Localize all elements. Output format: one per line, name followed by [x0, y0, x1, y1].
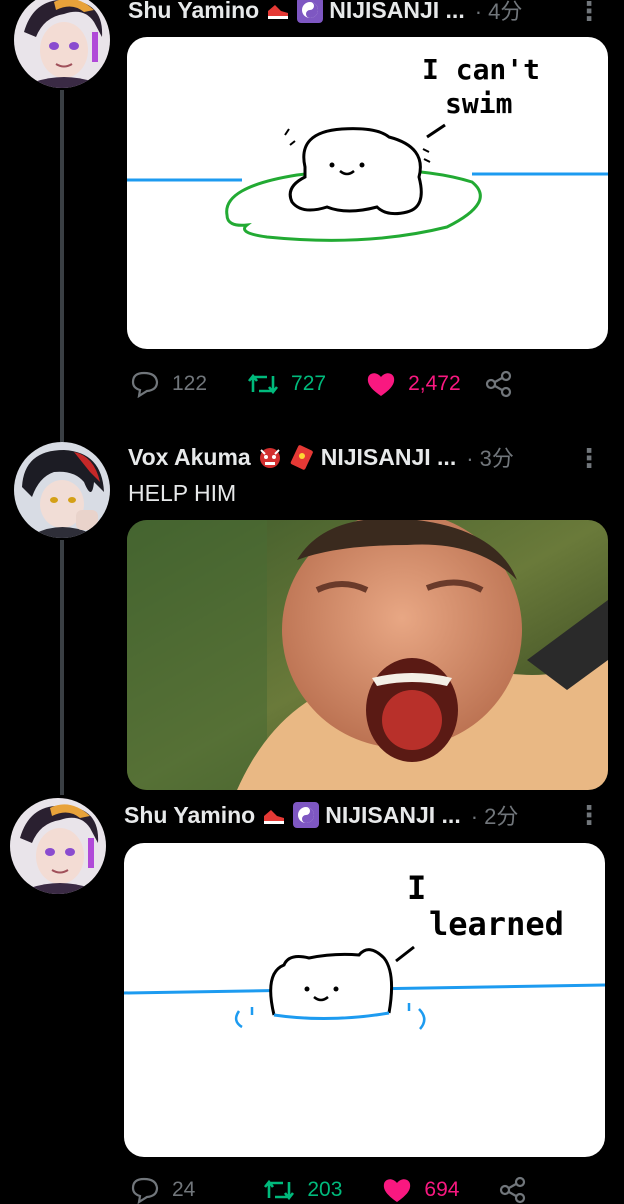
reply-button[interactable]: 122: [130, 370, 207, 398]
tweet-header: Shu Yamino NIJISANJI ... · 4分: [128, 0, 522, 30]
timestamp[interactable]: · 2分: [471, 799, 519, 831]
image-caption: I can't: [422, 53, 540, 86]
red-envelope-emoji-icon: [289, 444, 315, 470]
more-icon[interactable]: ⋮: [576, 445, 602, 471]
share-button[interactable]: [485, 370, 525, 398]
thread-line: [60, 540, 64, 795]
author-name[interactable]: Vox Akuma: [128, 444, 251, 471]
affiliation: NIJISANJI ...: [325, 801, 461, 828]
retweet-icon: [248, 373, 279, 395]
sneaker-emoji-icon: [261, 802, 287, 828]
yin-yang-emoji-icon: [297, 0, 324, 23]
avatar[interactable]: [10, 798, 106, 894]
tweet-header: Vox Akuma NIJISANJI ... · 3分: [128, 437, 514, 477]
share-icon: [485, 370, 511, 398]
image-caption: swim: [445, 87, 512, 120]
tweet-actions: 122 727 2,472: [130, 370, 565, 398]
image-caption: learned: [429, 905, 564, 943]
retweet-count: 727: [291, 372, 327, 395]
sneaker-emoji-icon: [265, 0, 291, 23]
reply-count: 24: [172, 1178, 196, 1201]
affiliation: NIJISANJI ...: [320, 443, 457, 470]
yin-yang-emoji-icon: [293, 802, 320, 828]
tweet-header: Shu Yamino NIJISANJI ... · 2分: [124, 795, 518, 835]
avatar[interactable]: [14, 442, 110, 538]
author-name[interactable]: Shu Yamino: [128, 0, 259, 24]
affiliation: NIJISANJI ...: [329, 0, 465, 23]
more-icon[interactable]: ⋮: [576, 0, 602, 24]
retweet-count: 203: [307, 1178, 343, 1201]
like-count: 2,472: [408, 372, 461, 395]
timestamp[interactable]: · 3分: [466, 441, 514, 473]
reply-count: 122: [172, 372, 208, 395]
image-caption: I: [407, 869, 426, 907]
thread-line: [60, 90, 64, 442]
tweet-image[interactable]: I learned: [124, 843, 605, 1157]
retweet-button[interactable]: 727: [247, 370, 326, 398]
like-count: 694: [424, 1178, 460, 1201]
more-icon[interactable]: ⋮: [576, 802, 602, 828]
heart-icon: [367, 373, 395, 396]
author-name[interactable]: Shu Yamino: [124, 802, 255, 829]
tweet-image[interactable]: [127, 520, 608, 790]
ogre-emoji-icon: [257, 444, 283, 470]
timestamp[interactable]: · 4分: [475, 0, 523, 26]
tweet-text: HELP HIM: [128, 480, 237, 506]
like-button[interactable]: 2,472: [366, 370, 461, 398]
avatar[interactable]: [14, 0, 110, 88]
reply-icon: [131, 371, 159, 398]
tweet-image[interactable]: I can't swim: [127, 37, 608, 349]
